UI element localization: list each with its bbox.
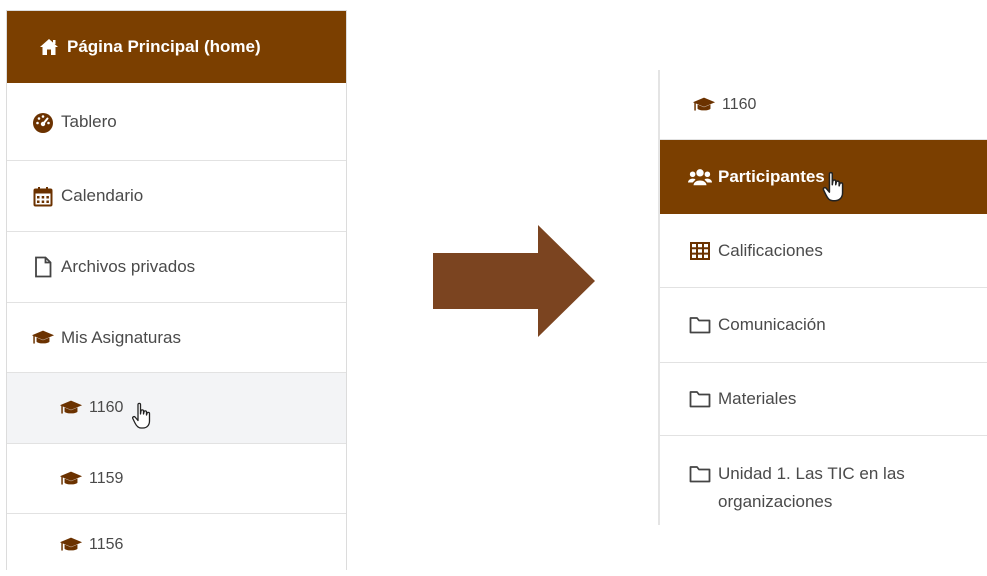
nav-course-1156[interactable]: 1156	[7, 514, 346, 576]
nav-private-files[interactable]: Archivos privados	[7, 232, 346, 303]
course-nav-materials-label: Materiales	[718, 389, 797, 408]
nav-course-1156-label: 1156	[89, 536, 124, 553]
course-nav-1160[interactable]: 1160	[660, 70, 987, 140]
course-nav-communication[interactable]: Comunicación	[660, 288, 987, 363]
course-nav-unit-1-label: Unidad 1. Las TIC en las organizaciones	[718, 464, 905, 511]
left-nav-menu: Página Principal (home) Tablero Calendar…	[6, 10, 347, 570]
nav-course-1159[interactable]: 1159	[7, 444, 346, 514]
course-nav-menu: 1160 Participantes Calificaciones Comuni…	[658, 70, 987, 525]
users-icon	[688, 165, 712, 189]
course-nav-communication-label: Comunicación	[718, 315, 826, 334]
home-icon	[37, 35, 61, 59]
nav-dashboard-label: Tablero	[61, 111, 117, 131]
nav-private-files-label: Archivos privados	[61, 257, 196, 276]
nav-home-label: Página Principal (home)	[67, 36, 261, 56]
calendar-icon	[31, 184, 55, 208]
nav-my-courses-label: Mis Asignaturas	[61, 327, 181, 347]
course-nav-unit-1[interactable]: Unidad 1. Las TIC en las organizaciones	[660, 436, 987, 525]
course-nav-materials[interactable]: Materiales	[660, 363, 987, 436]
table-icon	[688, 239, 712, 263]
hand-cursor-icon	[821, 171, 847, 208]
course-nav-participants[interactable]: Participantes	[660, 140, 987, 214]
graduation-cap-icon	[692, 93, 716, 117]
folder-icon	[688, 313, 712, 337]
nav-home[interactable]: Página Principal (home)	[7, 11, 346, 83]
graduation-cap-icon	[59, 533, 83, 557]
nav-calendar-label: Calendario	[61, 186, 144, 205]
hand-cursor-icon	[131, 402, 153, 435]
graduation-cap-icon	[59, 467, 83, 491]
dashboard-icon	[31, 110, 55, 134]
nav-course-1159-label: 1159	[89, 469, 124, 487]
folder-icon	[688, 462, 712, 486]
graduation-cap-icon	[31, 326, 55, 350]
course-nav-grades[interactable]: Calificaciones	[660, 214, 987, 288]
course-nav-grades-label: Calificaciones	[718, 240, 823, 260]
nav-dashboard[interactable]: Tablero	[7, 83, 346, 161]
folder-icon	[688, 387, 712, 411]
course-nav-participants-label: Participantes	[718, 166, 825, 186]
file-icon	[31, 255, 55, 279]
right-arrow-icon	[433, 225, 595, 337]
nav-course-1160[interactable]: 1160	[7, 373, 346, 444]
nav-course-1160-label: 1160	[89, 399, 124, 416]
nav-calendar[interactable]: Calendario	[7, 161, 346, 232]
nav-my-courses[interactable]: Mis Asignaturas	[7, 303, 346, 373]
graduation-cap-icon	[59, 396, 83, 420]
course-nav-1160-label: 1160	[722, 95, 757, 113]
